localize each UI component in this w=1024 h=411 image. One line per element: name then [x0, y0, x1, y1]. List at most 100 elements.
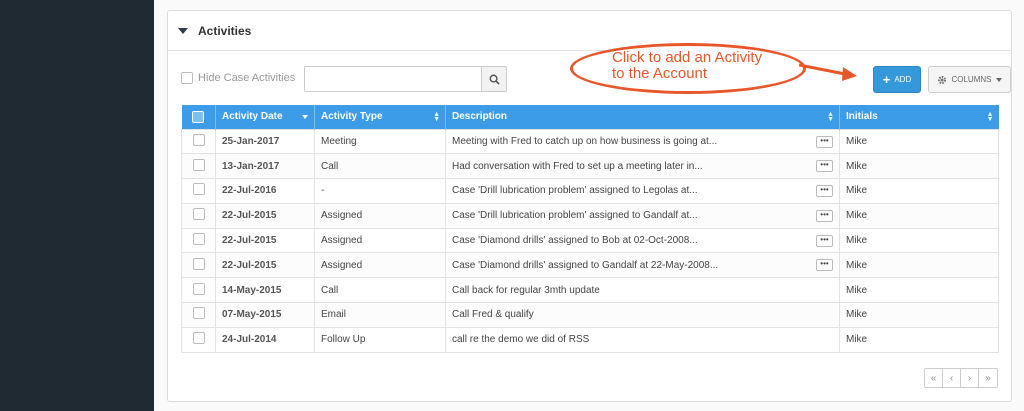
activity-type-cell: -	[314, 178, 446, 204]
table-row[interactable]: 13-Jan-2017 Call Had conversation with Fre…	[181, 153, 999, 180]
description-text: Call back for regular 3mth update	[452, 284, 600, 296]
description-cell: Meeting with Fred to catch up on how bus…	[445, 128, 840, 155]
left-navigation	[0, 0, 154, 411]
next-page-button[interactable]: ›	[961, 369, 979, 387]
table-row[interactable]: 22-Jul-2016- Case 'Drill lubrication prob…	[181, 178, 999, 204]
prev-page-button[interactable]: ‹	[943, 369, 961, 387]
more-options-icon[interactable]: •••	[816, 234, 833, 247]
panel-header[interactable]: Activities	[168, 11, 1011, 51]
gear-icon	[938, 75, 947, 84]
row-checkbox[interactable]	[192, 208, 205, 221]
row-checkbox[interactable]	[192, 233, 205, 246]
row-checkbox[interactable]	[192, 158, 205, 171]
description-cell: Call back for regular 3mth update	[445, 277, 840, 304]
activity-date-cell: 13-Jan-2017	[215, 153, 315, 180]
activity-type-cell: Meeting	[314, 128, 446, 155]
initials-cell: Mike	[839, 326, 999, 353]
last-page-button[interactable]: »	[979, 369, 997, 387]
annotation-callout: Click to add an Activity to the Account	[570, 43, 806, 94]
activity-date-cell: 14-May-2015	[215, 277, 315, 304]
table-row[interactable]: 25-Jan-2017 Meeting Meeting with Fred to c…	[181, 128, 999, 155]
row-checkbox[interactable]	[192, 332, 205, 345]
hide-case-activities-toggle[interactable]: Hide Case Activities	[181, 72, 295, 84]
activity-date-cell: 07-May-2015	[215, 302, 315, 328]
initials-cell: Mike	[839, 277, 999, 304]
row-select-cell	[181, 178, 216, 204]
row-select-cell	[181, 326, 216, 353]
row-checkbox[interactable]	[192, 133, 205, 146]
initials-cell: Mike	[839, 302, 999, 328]
activity-date-cell: 22-Jul-2015	[215, 227, 315, 254]
search-input[interactable]	[304, 66, 481, 92]
description-text: Case 'Drill lubrication problem' assigne…	[452, 185, 698, 197]
hide-case-activities-label: Hide Case Activities	[198, 72, 296, 84]
annotation-text: Click to add an Activity to the Account	[612, 49, 763, 82]
description-text: Had conversation with Fred to set up a m…	[452, 160, 703, 172]
row-checkbox[interactable]	[192, 257, 205, 270]
add-button-label: ADD	[894, 75, 912, 84]
table-row[interactable]: 07-May-2015 Email Call Fred & qualify Mike	[181, 302, 999, 328]
search-button[interactable]	[481, 66, 507, 92]
row-select-cell	[181, 252, 216, 279]
activity-type-cell: Call	[314, 153, 446, 180]
columns-button[interactable]: COLUMNS	[928, 66, 1011, 93]
row-checkbox[interactable]	[192, 307, 205, 320]
activity-type-cell: Call	[314, 277, 446, 304]
collapse-caret-icon[interactable]	[178, 27, 188, 34]
initials-cell: Mike	[839, 178, 999, 204]
sort-desc-icon	[302, 115, 308, 119]
table-row[interactable]: 22-Jul-2015 Assigned Case 'Diamond drills'…	[181, 227, 999, 254]
row-checkbox[interactable]	[192, 183, 205, 196]
description-text: call re the demo we did of RSS	[452, 334, 590, 346]
header-activity-date[interactable]: Activity Date	[215, 105, 315, 129]
description-text: Call Fred & qualify	[452, 309, 534, 321]
more-options-icon[interactable]: •••	[816, 259, 833, 272]
initials-cell: Mike	[839, 227, 999, 254]
table-row[interactable]: 24-Jul-2014 Follow Up call re the demo we …	[181, 326, 999, 353]
description-text: Meeting with Fred to catch up on how bus…	[452, 135, 718, 147]
activity-type-cell: Assigned	[314, 252, 446, 279]
hide-case-activities-checkbox[interactable]	[181, 72, 193, 84]
activity-date-cell: 24-Jul-2014	[215, 326, 315, 353]
row-select-cell	[181, 202, 216, 229]
row-select-cell	[181, 128, 216, 155]
initials-cell: Mike	[839, 202, 999, 229]
activity-type-cell: Assigned	[314, 202, 446, 229]
initials-cell: Mike	[839, 128, 999, 155]
initials-cell: Mike	[839, 153, 999, 180]
activities-table: Activity Date Activity Type ▲ ▼ Descriptio…	[181, 105, 999, 353]
header-description[interactable]: Description ▲ ▼	[445, 105, 840, 129]
select-all-checkbox[interactable]	[192, 110, 205, 123]
add-activity-button[interactable]: + ADD	[873, 66, 921, 93]
activity-type-cell: Follow Up	[314, 326, 446, 353]
first-page-button[interactable]: «	[925, 369, 943, 387]
activity-date-cell: 25-Jan-2017	[215, 128, 315, 155]
row-select-cell	[181, 153, 216, 180]
header-initials[interactable]: Initials ▲ ▼	[839, 105, 999, 129]
row-select-cell	[181, 227, 216, 254]
description-cell: Case 'Drill lubrication problem' assigne…	[445, 202, 840, 229]
row-checkbox[interactable]	[192, 282, 205, 295]
description-text: Case 'Diamond drills' assigned to Gandal…	[452, 259, 719, 271]
search-icon	[489, 74, 500, 85]
table-row[interactable]: 22-Jul-2015 Assigned Case 'Drill lubricati…	[181, 202, 999, 229]
columns-button-label: COLUMNS	[951, 75, 992, 84]
table-row[interactable]: 14-May-2015 Call Call back for regular 3mt…	[181, 277, 999, 304]
sort-icon: ▲ ▼	[433, 111, 440, 123]
table-row[interactable]: 22-Jul-2015 Assigned Case 'Diamond drills'…	[181, 252, 999, 279]
activity-date-cell: 22-Jul-2015	[215, 202, 315, 229]
more-options-icon[interactable]: •••	[816, 209, 833, 222]
more-options-icon[interactable]: •••	[816, 160, 833, 173]
description-text: Case 'Diamond drills' assigned to Bob at…	[452, 235, 698, 247]
more-options-icon[interactable]: •••	[816, 135, 833, 148]
sort-icon: ▲ ▼	[986, 111, 994, 123]
header-activity-type[interactable]: Activity Type ▲ ▼	[314, 105, 446, 129]
more-options-icon[interactable]: •••	[816, 185, 833, 198]
description-cell: Case 'Diamond drills' assigned to Bob at…	[445, 227, 840, 254]
description-text: Case 'Drill lubrication problem' assigne…	[452, 210, 698, 222]
description-cell: Case 'Drill lubrication problem' assigne…	[445, 178, 840, 204]
pagination: « ‹ › »	[924, 368, 998, 388]
table-header-row: Activity Date Activity Type ▲ ▼ Descriptio…	[181, 105, 999, 129]
annotation-arrow-icon	[799, 63, 857, 81]
activity-type-cell: Assigned	[314, 227, 446, 254]
